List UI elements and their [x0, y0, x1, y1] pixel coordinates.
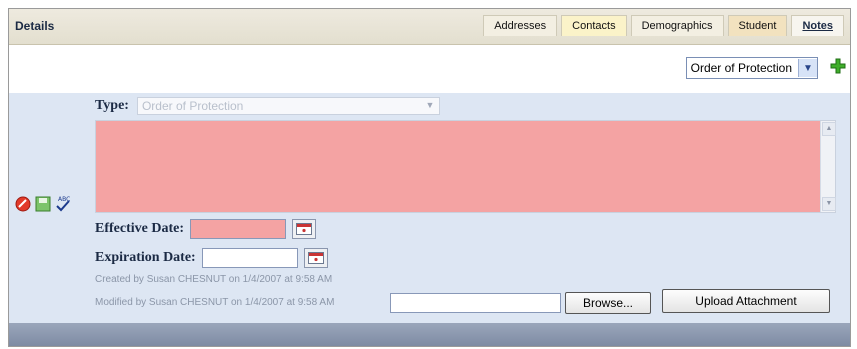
- save-icon[interactable]: [35, 196, 51, 212]
- scroll-up-icon[interactable]: ▲: [822, 122, 836, 136]
- expiration-date-label: Expiration Date:: [95, 250, 196, 265]
- note-type-select-value: Order of Protection: [690, 61, 792, 75]
- calendar-icon[interactable]: [303, 248, 328, 268]
- effective-date-row: Effective Date:: [95, 219, 317, 239]
- calendar-icon[interactable]: [292, 219, 317, 239]
- chevron-down-icon[interactable]: ▼: [798, 59, 817, 77]
- note-type-select[interactable]: Order of Protection ▼: [685, 57, 818, 79]
- upload-attachment-button[interactable]: Upload Attachment: [662, 289, 830, 313]
- notes-toolbar: Order of Protection ▼: [9, 45, 850, 93]
- tab-contacts[interactable]: Contacts: [561, 15, 627, 36]
- footer-bar: [9, 323, 850, 346]
- note-textarea[interactable]: ▲ ▼: [95, 120, 836, 213]
- details-panel: Details Addresses Contacts Demographics …: [8, 8, 851, 347]
- type-select-value: Order of Protection: [141, 99, 244, 113]
- delete-icon[interactable]: [15, 196, 31, 212]
- type-label: Type:: [95, 98, 129, 113]
- tab-student[interactable]: Student: [727, 15, 788, 36]
- created-info: Created by Susan CHESNUT on 1/4/2007 at …: [95, 274, 333, 285]
- note-editor: ABC Type: Order of Protection ▼ ▲ ▼ Effe…: [9, 93, 850, 323]
- effective-date-input[interactable]: [190, 219, 287, 239]
- tab-notes[interactable]: Notes: [791, 15, 844, 36]
- tab-bar: Addresses Contacts Demographics Student …: [483, 15, 844, 36]
- chevron-down-icon[interactable]: ▼: [423, 100, 437, 112]
- type-row: Type: Order of Protection ▼: [95, 97, 440, 115]
- modified-info: Modified by Susan CHESNUT on 1/4/2007 at…: [95, 297, 335, 308]
- details-header: Details Addresses Contacts Demographics …: [9, 9, 850, 45]
- tab-addresses[interactable]: Addresses: [483, 15, 558, 36]
- type-select[interactable]: Order of Protection ▼: [136, 97, 440, 115]
- scroll-down-icon[interactable]: ▼: [822, 197, 836, 211]
- browse-button[interactable]: Browse...: [565, 292, 651, 314]
- effective-date-label: Effective Date:: [95, 221, 185, 236]
- attachment-file-input[interactable]: [390, 293, 561, 313]
- textarea-scrollbar[interactable]: ▲ ▼: [820, 121, 836, 212]
- page-title: Details: [15, 19, 55, 33]
- tab-demographics[interactable]: Demographics: [630, 15, 724, 36]
- spellcheck-icon[interactable]: ABC: [55, 195, 71, 213]
- add-plus-icon[interactable]: [830, 58, 846, 74]
- expiration-date-input[interactable]: [201, 248, 298, 268]
- note-actions: ABC: [15, 195, 71, 213]
- expiration-date-row: Expiration Date:: [95, 248, 328, 268]
